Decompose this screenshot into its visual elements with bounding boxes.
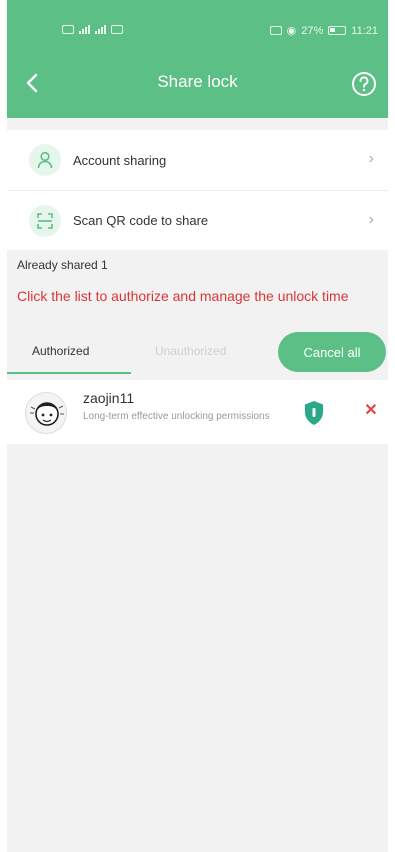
phone-screen: ◉ 27% 11:21 Share lock Account sharing ›… xyxy=(7,0,388,852)
status-icons-right: ◉ 27% 11:21 xyxy=(269,24,378,37)
chevron-right-icon: › xyxy=(368,211,374,228)
battery-icon xyxy=(328,26,347,35)
page-title: Share lock xyxy=(157,72,238,91)
option-label: Account sharing xyxy=(73,152,167,168)
help-button[interactable] xyxy=(350,70,378,98)
remove-share-button[interactable]: ✕ xyxy=(361,400,381,424)
shield-icon xyxy=(305,401,323,425)
clock: 11:21 xyxy=(351,24,378,37)
tab-bar: Authorized Unauthorized Cancel all xyxy=(7,330,388,376)
wifi-icon: ◉ xyxy=(286,25,297,37)
chevron-right-icon: › xyxy=(368,150,374,167)
shared-count: Already shared 1 xyxy=(17,258,108,272)
option-label: Scan QR code to share xyxy=(73,213,209,228)
tab-unauthorized[interactable]: Unauthorized xyxy=(155,344,226,358)
qr-scan-icon xyxy=(29,204,61,237)
shared-user-item[interactable]: zaojin11 Long-term effective unlocking p… xyxy=(7,380,388,444)
app-icon xyxy=(111,24,123,34)
signal-icon xyxy=(95,24,106,34)
cancel-all-button[interactable]: Cancel all xyxy=(278,332,386,372)
permission-shield-button[interactable] xyxy=(303,400,325,426)
permission-description: Long-term effective unlocking permission… xyxy=(83,411,270,422)
notification-icon xyxy=(62,24,74,34)
nfc-icon xyxy=(269,26,282,35)
user-name: zaojin11 xyxy=(83,390,135,406)
user-icon xyxy=(29,144,61,176)
active-tab-indicator xyxy=(7,372,131,374)
header-bar: ◉ 27% 11:21 Share lock xyxy=(7,0,388,118)
avatar xyxy=(25,392,67,434)
status-bar: ◉ 27% 11:21 xyxy=(7,20,388,42)
help-icon xyxy=(352,72,376,96)
signal-icon xyxy=(79,24,90,34)
status-icons-left xyxy=(62,24,123,34)
account-sharing-option[interactable]: Account sharing › xyxy=(7,130,388,190)
tab-authorized[interactable]: Authorized xyxy=(32,344,89,358)
scan-qr-option[interactable]: Scan QR code to share › xyxy=(7,190,388,250)
share-options-list: Account sharing › Scan QR code to share … xyxy=(7,130,388,250)
battery-percent: 27% xyxy=(301,24,324,37)
authorize-hint: Click the list to authorize and manage t… xyxy=(17,288,349,304)
close-icon: ✕ xyxy=(364,402,378,419)
